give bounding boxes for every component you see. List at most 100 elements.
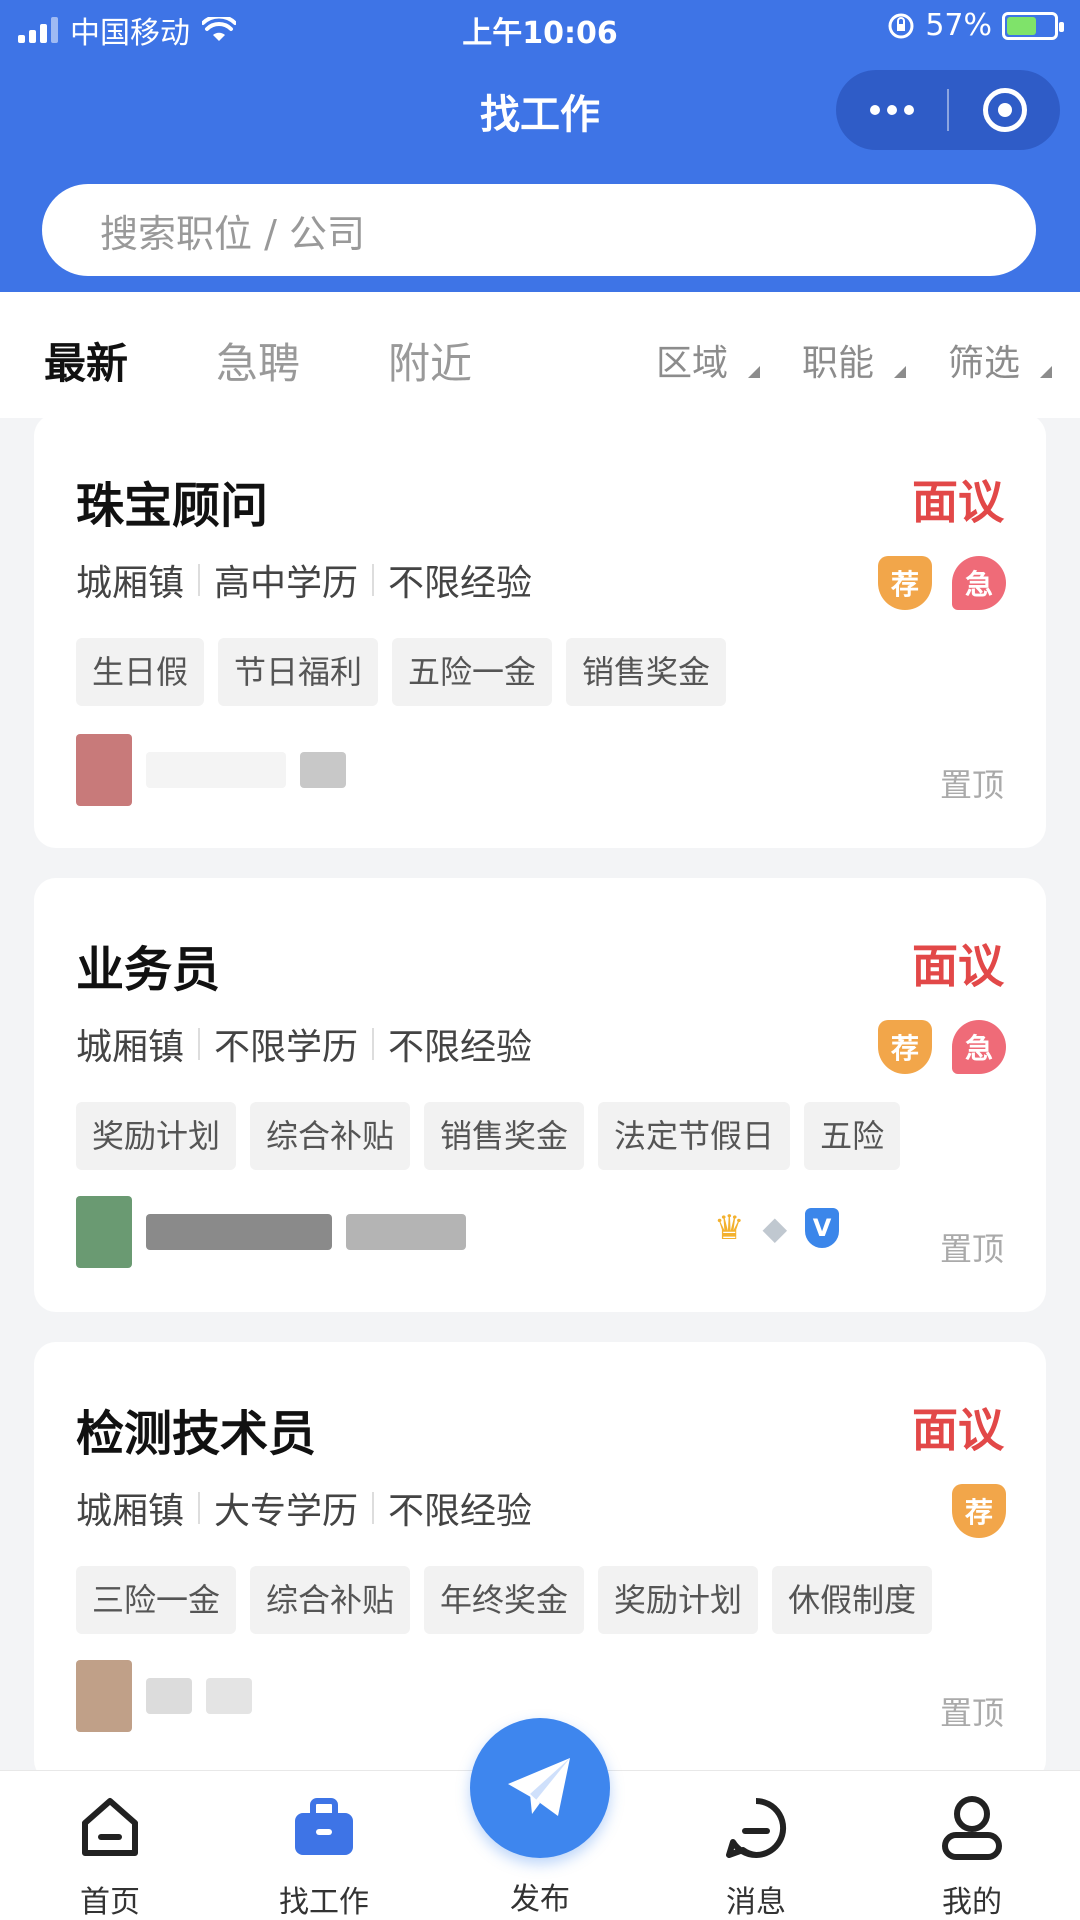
job-badges: 荐 <box>952 1484 1006 1538</box>
tab-urgent[interactable]: 急聘 <box>216 330 300 391</box>
battery-icon <box>1002 11 1064 40</box>
tab-home-label: 首页 <box>80 1885 140 1920</box>
more-button[interactable] <box>836 70 947 150</box>
tab-find-job-label: 找工作 <box>279 1885 369 1920</box>
company-logo <box>76 1196 132 1268</box>
diamond-icon: ◆ <box>762 1209 788 1247</box>
dropdown-function[interactable]: 职能 <box>802 334 874 386</box>
company-row[interactable] <box>76 1660 252 1732</box>
crown-icon: ♛ <box>714 1208 745 1248</box>
company-name-blurred <box>300 752 346 788</box>
paper-plane-icon <box>508 1758 570 1816</box>
benefit-tag: 五险一金 <box>392 638 553 706</box>
job-education: 大专学历 <box>214 1491 359 1532</box>
company-name-blurred <box>146 1214 332 1250</box>
job-education: 不限学历 <box>214 1027 359 1068</box>
recommend-badge: 荐 <box>878 556 932 610</box>
function-caret-icon <box>894 366 906 378</box>
benefit-tag: 节日福利 <box>218 638 379 706</box>
recommend-badge: 荐 <box>878 1020 932 1074</box>
company-logo <box>76 734 132 806</box>
benefit-tag: 综合补贴 <box>250 1102 411 1170</box>
tab-mine-label: 我的 <box>942 1885 1002 1920</box>
benefit-tag: 休假制度 <box>772 1566 933 1634</box>
orientation-lock-icon <box>888 13 914 38</box>
verified-icon: V <box>805 1208 840 1248</box>
tab-home[interactable]: 首页 <box>40 1793 180 1920</box>
status-right: 57% <box>887 8 1064 43</box>
benefit-tag: 年终奖金 <box>424 1566 585 1634</box>
user-icon <box>942 1796 1002 1860</box>
job-card[interactable]: 珠宝顾问 面议 城厢镇 高中学历 不限经验 荐 急 生日假 节日福利 五险一金 … <box>34 414 1046 848</box>
miniprogram-capsule <box>836 70 1060 150</box>
benefit-tags: 三险一金 综合补贴 年终奖金 奖励计划 休假制度 <box>76 1566 933 1634</box>
benefit-tags: 生日假 节日福利 五险一金 销售奖金 <box>76 638 727 706</box>
job-card[interactable]: 业务员 面议 城厢镇 不限学历 不限经验 荐 急 奖励计划 综合补贴 销售奖金 … <box>34 878 1046 1312</box>
pin-label: 置顶 <box>939 1694 1004 1732</box>
target-icon <box>982 88 1027 132</box>
job-meta: 城厢镇 大专学历 不限经验 <box>76 1482 532 1534</box>
tab-find-job[interactable]: 找工作 <box>254 1793 394 1920</box>
header: 中国移动 上午10:06 57% 找工作 搜索职位 / 公司 <box>0 0 1080 292</box>
search-input[interactable]: 搜索职位 / 公司 <box>42 184 1036 276</box>
job-badges: 荐 急 <box>878 1020 1006 1074</box>
tab-messages-label: 消息 <box>726 1885 786 1920</box>
tab-messages[interactable]: 消息 <box>686 1793 826 1920</box>
job-title: 检测技术员 <box>76 1406 317 1462</box>
job-salary: 面议 <box>912 939 1004 993</box>
status-bar: 中国移动 上午10:06 57% <box>0 0 1080 56</box>
job-meta: 城厢镇 不限学历 不限经验 <box>76 1018 532 1070</box>
urgent-badge: 急 <box>952 1020 1006 1074</box>
briefcase-icon <box>295 1798 353 1855</box>
job-experience: 不限经验 <box>388 563 533 604</box>
filter-caret-icon <box>1040 366 1052 378</box>
company-certifications: ♛ ◆ V <box>714 1208 840 1248</box>
company-row[interactable] <box>76 734 346 806</box>
benefit-tags: 奖励计划 综合补贴 销售奖金 法定节假日 五险 <box>76 1102 901 1170</box>
more-dots-icon <box>869 105 914 115</box>
recommend-badge: 荐 <box>952 1484 1006 1538</box>
company-name-blurred <box>206 1678 252 1714</box>
job-title: 业务员 <box>76 942 221 998</box>
job-card[interactable]: 检测技术员 面议 城厢镇 大专学历 不限经验 荐 三险一金 综合补贴 年终奖金 … <box>34 1342 1046 1782</box>
benefit-tag: 法定节假日 <box>598 1102 791 1170</box>
pin-label: 置顶 <box>939 766 1004 804</box>
benefit-tag: 三险一金 <box>76 1566 237 1634</box>
job-salary: 面议 <box>912 1403 1004 1457</box>
home-icon <box>82 1798 138 1856</box>
job-salary: 面议 <box>912 475 1004 529</box>
job-meta: 城厢镇 高中学历 不限经验 <box>76 554 532 606</box>
job-experience: 不限经验 <box>388 1491 533 1532</box>
tab-mine[interactable]: 我的 <box>902 1793 1042 1920</box>
job-experience: 不限经验 <box>388 1027 533 1068</box>
job-education: 高中学历 <box>214 563 359 604</box>
publish-button[interactable] <box>470 1718 610 1858</box>
battery-percent: 57% <box>925 8 992 43</box>
job-title: 珠宝顾问 <box>76 478 269 534</box>
company-logo <box>76 1660 132 1732</box>
urgent-badge: 急 <box>952 556 1006 610</box>
publish-label: 发布 <box>510 1882 570 1917</box>
job-location: 城厢镇 <box>76 563 185 604</box>
dropdown-region[interactable]: 区域 <box>656 334 728 386</box>
region-caret-icon <box>748 366 760 378</box>
close-miniprogram-button[interactable] <box>949 70 1060 150</box>
benefit-tag: 销售奖金 <box>566 638 727 706</box>
benefit-tag: 生日假 <box>76 638 205 706</box>
tab-nearby[interactable]: 附近 <box>388 330 472 391</box>
dropdown-filter[interactable]: 筛选 <box>948 334 1020 386</box>
benefit-tag: 奖励计划 <box>598 1566 759 1634</box>
company-name-blurred <box>146 752 286 788</box>
pin-label: 置顶 <box>939 1230 1004 1268</box>
benefit-tag: 综合补贴 <box>250 1566 411 1634</box>
job-location: 城厢镇 <box>76 1027 185 1068</box>
benefit-tag: 销售奖金 <box>424 1102 585 1170</box>
benefit-tag: 五险 <box>804 1102 901 1170</box>
tab-latest[interactable]: 最新 <box>44 330 128 391</box>
search-placeholder: 搜索职位 / 公司 <box>100 211 365 256</box>
filter-bar: 最新 急聘 附近 区域 职能 筛选 <box>0 292 1080 418</box>
company-name-blurred <box>346 1214 466 1250</box>
company-row[interactable] <box>76 1196 466 1268</box>
job-badges: 荐 急 <box>878 556 1006 610</box>
benefit-tag: 奖励计划 <box>76 1102 237 1170</box>
